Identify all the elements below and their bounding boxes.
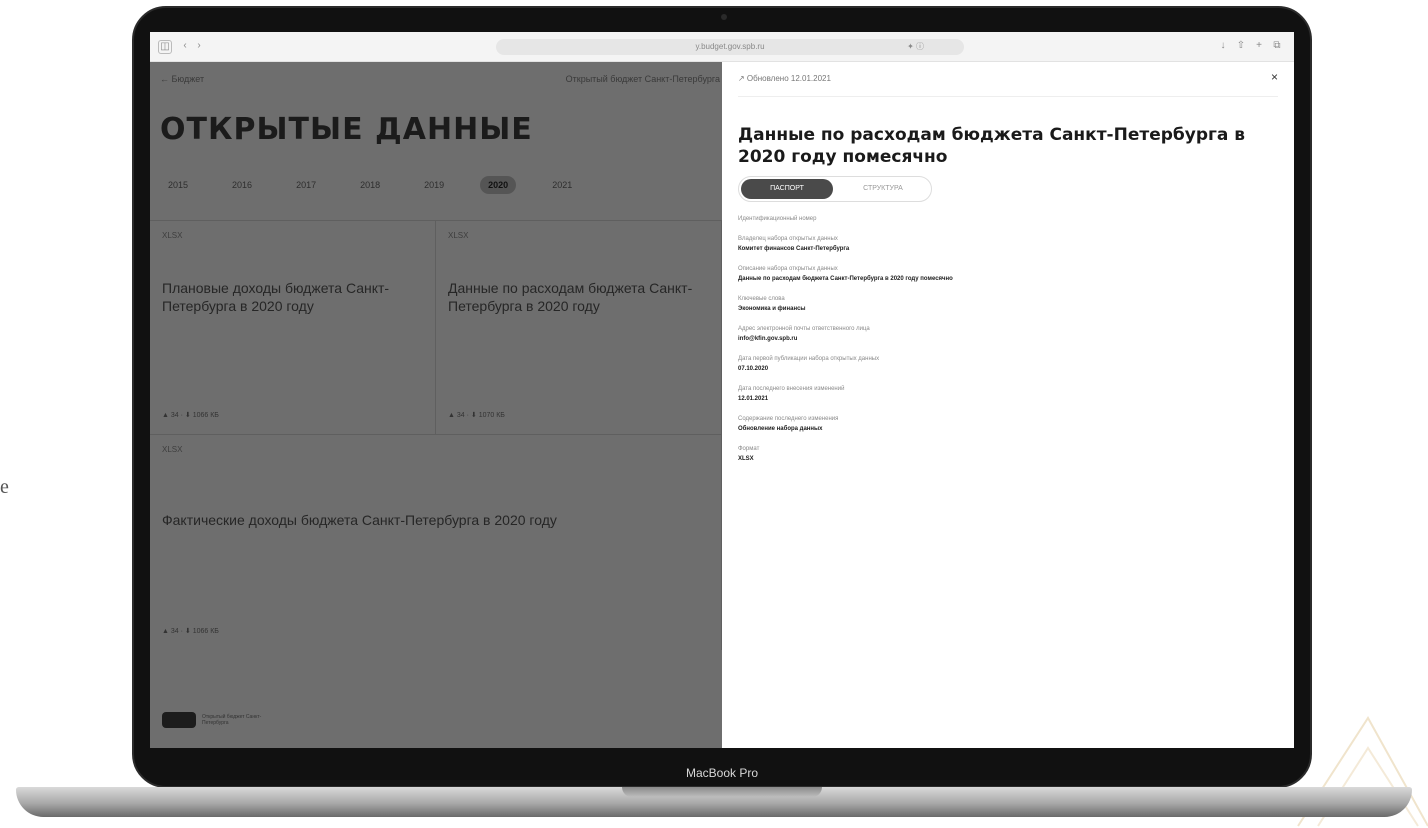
details-tabs: ПАСПОРТ СТРУКТУРА (738, 176, 932, 202)
year-tab[interactable]: 2016 (224, 176, 260, 194)
year-tab-active[interactable]: 2020 (480, 176, 517, 194)
divider (738, 96, 1278, 97)
field-row: Дата последнего внесения изменений 12.01… (738, 384, 1278, 404)
camera-icon (721, 14, 727, 20)
download-button[interactable]: ↓ (1216, 40, 1230, 54)
field-row: Адрес электронной почты ответственного л… (738, 324, 1278, 344)
dataset-title: Плановые доходы бюджета Санкт-Петербурга… (162, 280, 390, 314)
passport-fields: Идентификационный номер Владелец набора … (738, 214, 1278, 474)
field-label: Идентификационный номер (738, 216, 817, 222)
format-tag: XLSX (448, 231, 469, 240)
breadcrumb[interactable]: ← Бюджет (160, 74, 204, 84)
format-tag: XLSX (162, 445, 183, 454)
logo-mark-icon (162, 712, 196, 728)
share-button[interactable]: ⇧ (1234, 40, 1248, 54)
dataset-title: Данные по расходам бюджета Санкт-Петербу… (738, 125, 1246, 167)
field-label: Дата первой публикации набора открытых д… (738, 356, 880, 362)
field-value: Обновление набора данных (738, 426, 823, 432)
field-value: 12.01.2021 (738, 396, 769, 402)
dataset-meta: ▲ 34 · ⬇ 1066 КБ (162, 412, 219, 419)
tab-structure[interactable]: СТРУКТУРА (839, 179, 927, 199)
back-button[interactable]: ‹ (178, 40, 192, 54)
field-row: Формат XLSX (738, 444, 1278, 464)
field-label: Дата последнего внесения изменений (738, 386, 845, 392)
field-value: XLSX (738, 456, 754, 462)
address-bar[interactable]: y.budget.gov.spb.ru ✦ ⓘ (496, 39, 964, 55)
year-tab[interactable]: 2019 (416, 176, 452, 194)
device-model-label: MacBook Pro (685, 766, 759, 780)
field-label: Адрес электронной почты ответственного л… (738, 326, 870, 332)
field-value: 07.10.2020 (738, 366, 769, 372)
field-label: Содержание последнего изменения (738, 416, 839, 422)
forward-button[interactable]: › (192, 40, 206, 54)
field-row: Владелец набора открытых данных Комитет … (738, 234, 1278, 254)
tab-passport[interactable]: ПАСПОРТ (741, 179, 833, 199)
field-row: Дата первой публикации набора открытых д… (738, 354, 1278, 374)
field-value: Экономика и финансы (738, 306, 806, 312)
dataset-card[interactable]: XLSX Плановые доходы бюджета Санкт-Петер… (150, 220, 436, 434)
field-label: Владелец набора открытых данных (738, 236, 838, 242)
url-text: y.budget.gov.spb.ru (695, 42, 765, 51)
open-data-page: ← Бюджет Открытый бюджет Санкт-Петербург… (150, 62, 722, 748)
format-tag: XLSX (162, 231, 183, 240)
field-row: Содержание последнего изменения Обновлен… (738, 414, 1278, 434)
logo-text: Открытый бюджет Санкт-Петербурга (202, 714, 262, 726)
dataset-title: Фактические доходы бюджета Санкт-Петербу… (162, 512, 557, 528)
reader-icon[interactable]: ✦ ⓘ (907, 39, 924, 55)
new-tab-button[interactable]: + (1252, 40, 1266, 54)
field-value[interactable]: info@kfin.gov.spb.ru (738, 334, 1278, 344)
year-tab[interactable]: 2018 (352, 176, 388, 194)
dataset-meta: ▲ 34 · ⬇ 1070 КБ (448, 412, 505, 419)
laptop-base (16, 787, 1412, 817)
page-title: ОТКРЫТЫЕ ДАННЫЕ (160, 112, 533, 147)
field-label: Формат (738, 446, 760, 452)
dataset-title: Данные по расходам бюджета Санкт-Петербу… (448, 280, 693, 314)
field-row: Идентификационный номер (738, 214, 1278, 224)
laptop-bezel: ◫ ‹ › y.budget.gov.spb.ru ✦ ⓘ ↓ ⇧ + ⧉ ← … (132, 6, 1312, 788)
field-value: Данные по расходам бюджета Санкт-Петербу… (738, 276, 953, 282)
browser-window: ◫ ‹ › y.budget.gov.spb.ru ✦ ⓘ ↓ ⇧ + ⧉ ← … (150, 32, 1294, 748)
field-label: Ключевые слова (738, 296, 785, 302)
lid-notch (622, 787, 822, 797)
year-tab[interactable]: 2021 (544, 176, 580, 194)
footer-logo[interactable]: Открытый бюджет Санкт-Петербурга (162, 712, 262, 728)
presentation-stage: e ◫ ‹ › y.budget.gov.spb.ru ✦ ⓘ ↓ ⇧ + ⧉ (0, 0, 1428, 828)
field-value: Комитет финансов Санкт-Петербурга (738, 246, 850, 252)
field-row: Описание набора открытых данных Данные п… (738, 264, 1278, 284)
side-text-fragment: e (0, 476, 9, 498)
dataset-card[interactable]: XLSX Фактические доходы бюджета Санкт-Пе… (150, 434, 722, 650)
dataset-card[interactable]: XLSX Данные по расходам бюджета Санкт-Пе… (436, 220, 722, 434)
close-icon[interactable]: × (1271, 70, 1278, 84)
field-row: Ключевые слова Экономика и финансы (738, 294, 1278, 314)
updated-link[interactable]: ↗ Обновлено 12.01.2021 (738, 74, 831, 83)
dataset-meta: ▲ 34 · ⬇ 1066 КБ (162, 628, 219, 635)
dataset-details-panel: ↗ Обновлено 12.01.2021 × Данные по расхо… (722, 62, 1294, 748)
field-label: Описание набора открытых данных (738, 266, 838, 272)
page-subtitle: Открытый бюджет Санкт-Петербурга (565, 74, 720, 84)
year-tabs: 2015 2016 2017 2018 2019 2020 2021 (160, 176, 580, 194)
year-tab[interactable]: 2017 (288, 176, 324, 194)
year-tab[interactable]: 2015 (160, 176, 196, 194)
browser-toolbar: ◫ ‹ › y.budget.gov.spb.ru ✦ ⓘ ↓ ⇧ + ⧉ (150, 32, 1294, 62)
sidebar-toggle-icon[interactable]: ◫ (158, 40, 172, 54)
tabs-overview-button[interactable]: ⧉ (1270, 40, 1284, 54)
